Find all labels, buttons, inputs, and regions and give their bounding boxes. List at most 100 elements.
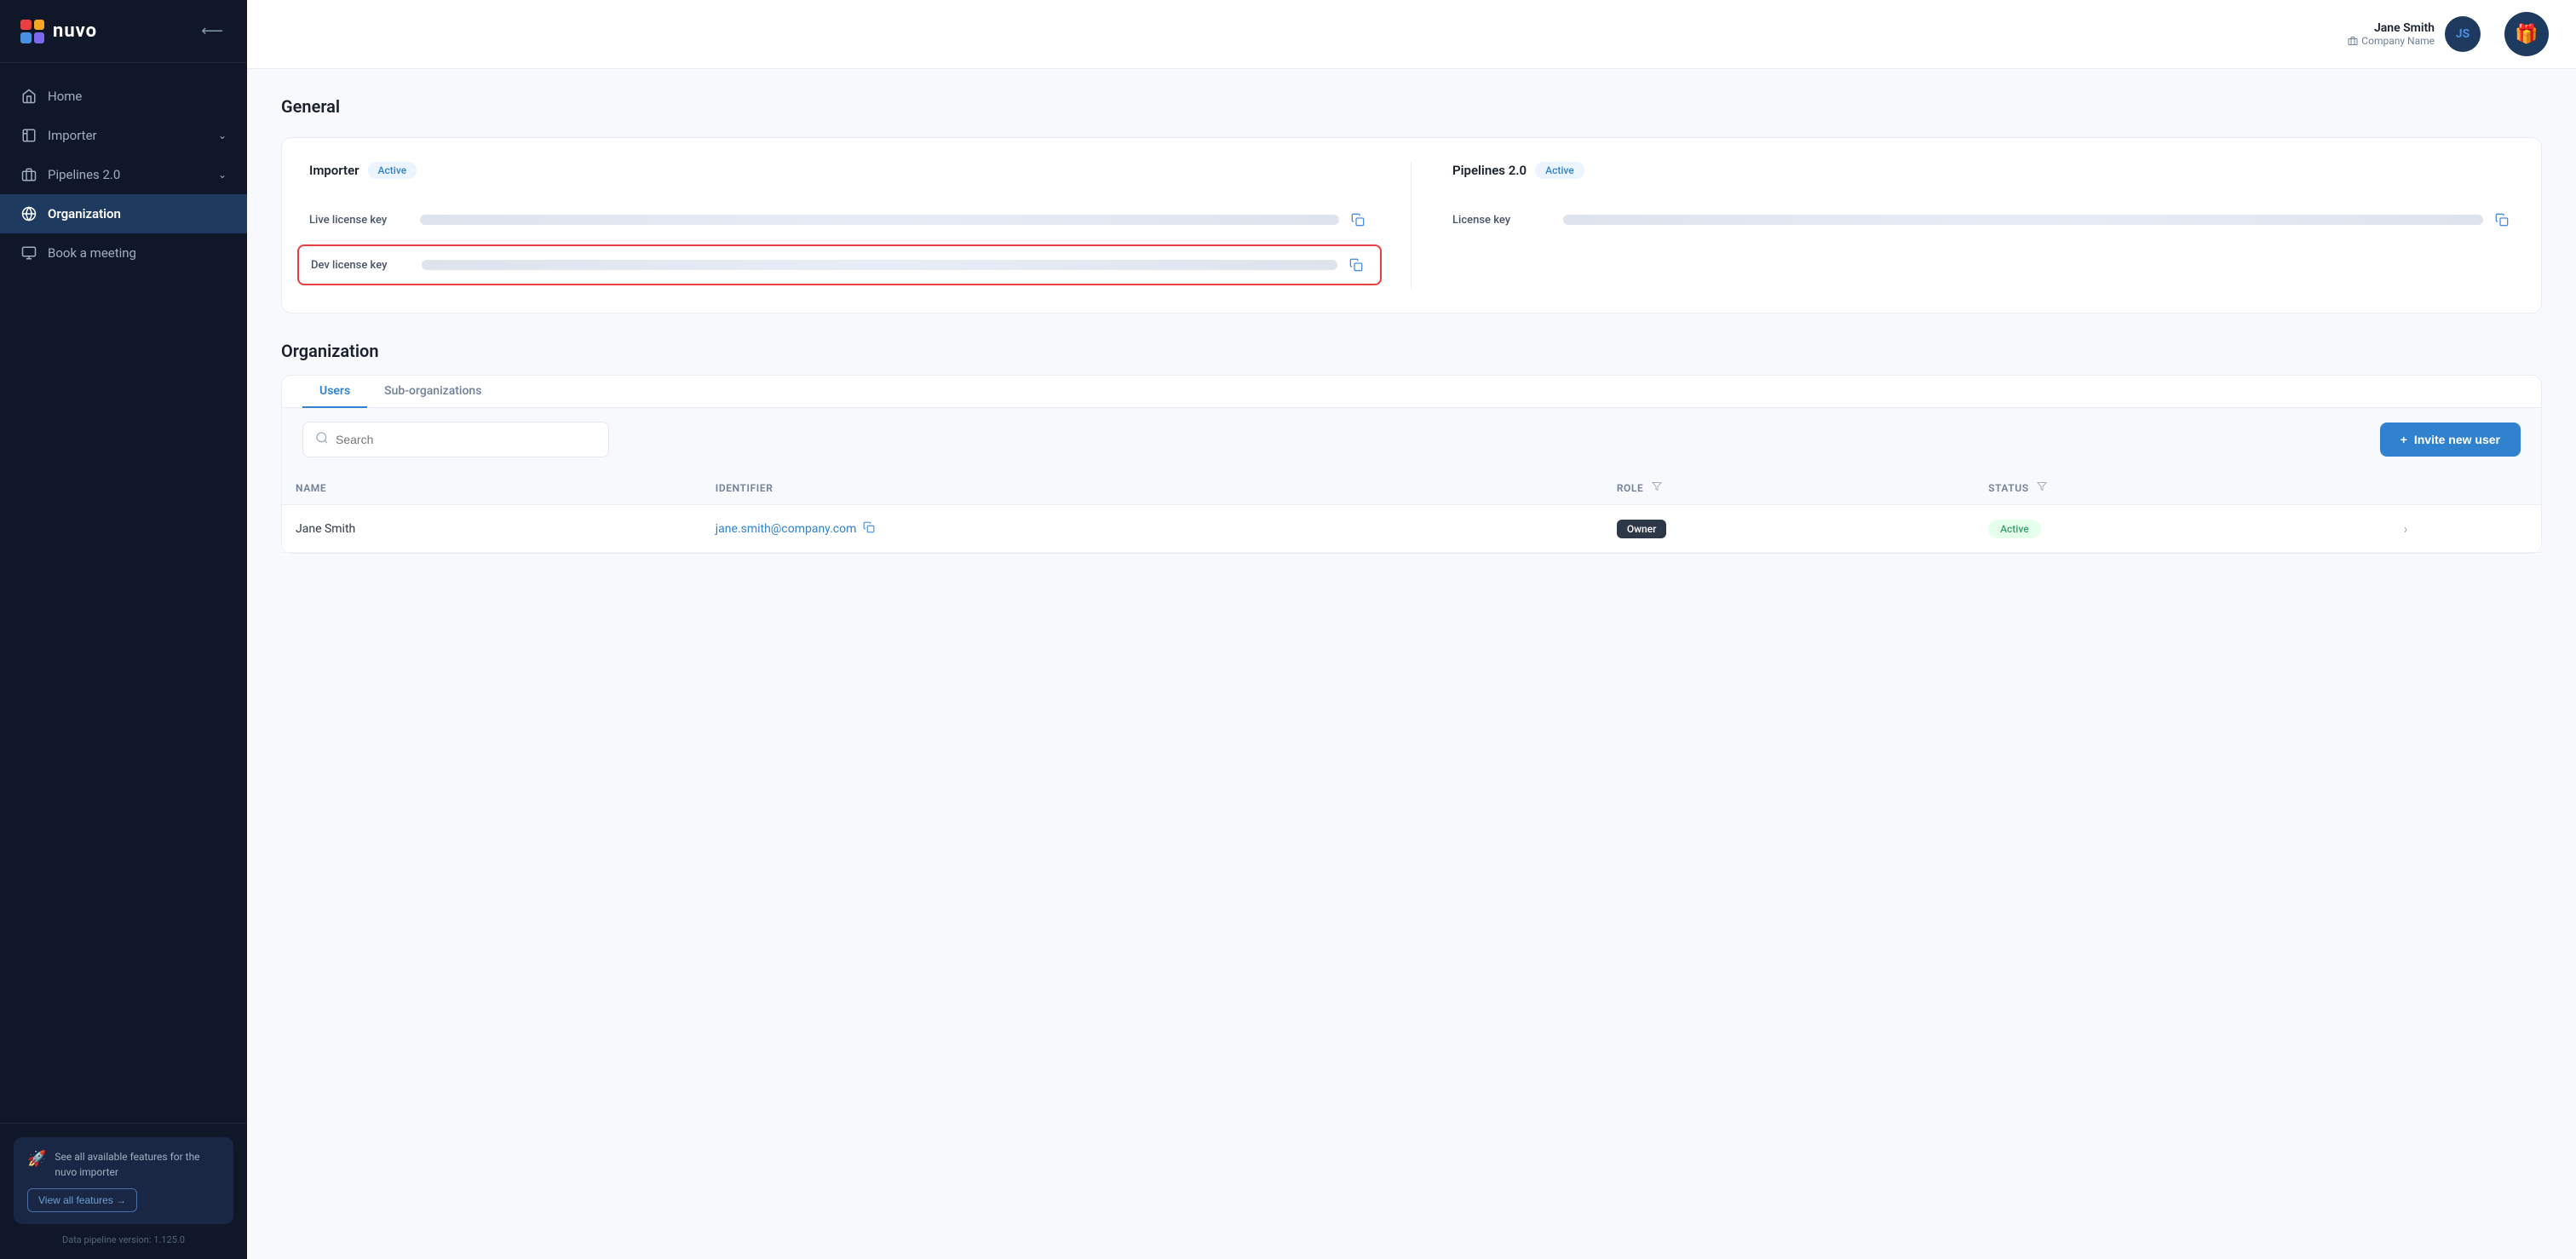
company-icon <box>2348 36 2358 46</box>
sidebar-item-label-pipelines: Pipelines 2.0 <box>48 167 120 182</box>
gift-button[interactable]: 🎁 <box>2504 12 2549 56</box>
user-actions-cell: › <box>2390 505 2541 553</box>
view-all-features-button[interactable]: View all features → <box>27 1188 137 1212</box>
users-table: Name Identifier Role <box>282 471 2541 553</box>
tab-sub-organizations[interactable]: Sub-organizations <box>367 376 498 408</box>
role-badge: Owner <box>1617 520 1667 538</box>
user-name: Jane Smith <box>2348 21 2435 35</box>
copy-pipelines-key-button[interactable] <box>2490 211 2514 228</box>
importer-chevron-icon: ⌄ <box>218 129 227 141</box>
dev-key-value <box>422 256 1368 273</box>
role-filter-icon[interactable] <box>1652 482 1662 494</box>
table-controls: + Invite new user <box>282 408 2541 471</box>
sidebar-item-label-importer: Importer <box>48 128 97 143</box>
copy-icon <box>1351 213 1365 227</box>
feature-card-header: 🚀 See all available features for the nuv… <box>27 1149 220 1180</box>
logo-icon <box>20 20 44 43</box>
table-row: Jane Smith jane.smith@company.com <box>282 505 2541 553</box>
live-key-label: Live license key <box>309 214 420 227</box>
org-section: + Invite new user Name Identifier <box>282 408 2541 553</box>
pipelines-key-label: License key <box>1452 214 1563 227</box>
tab-users[interactable]: Users <box>302 376 367 408</box>
license-grid: Importer Active Live license key <box>309 162 2514 289</box>
copy-email-button[interactable] <box>863 521 875 536</box>
plus-icon: + <box>2401 433 2407 446</box>
feature-card-text: See all available features for the nuvo … <box>55 1149 220 1180</box>
user-name-cell: Jane Smith <box>282 505 702 553</box>
logo-dot-purple <box>34 32 45 43</box>
live-key-value <box>420 211 1370 228</box>
user-status-cell: Active <box>1975 505 2390 553</box>
user-company: Company Name <box>2348 35 2435 47</box>
logo-dot-blue <box>20 32 32 43</box>
search-box <box>302 422 609 457</box>
logo-dot-red <box>20 20 32 31</box>
email-link[interactable]: jane.smith@company.com <box>716 521 1590 536</box>
pipelines-chevron-icon: ⌄ <box>218 169 227 181</box>
sidebar-item-importer[interactable]: Importer ⌄ <box>0 116 247 155</box>
main-content: Jane Smith Company Name JS 🎁 General Imp… <box>247 0 2576 1259</box>
sidebar-nav: Home Importer ⌄ Pipelines 2.0 ⌄ Organiza… <box>0 63 247 1123</box>
sidebar-item-pipelines[interactable]: Pipelines 2.0 ⌄ <box>0 155 247 194</box>
sidebar-item-label-organization: Organization <box>48 206 121 221</box>
table-header-row: Name Identifier Role <box>282 471 2541 505</box>
sidebar-item-organization[interactable]: Organization <box>0 194 247 233</box>
live-key-blur <box>420 215 1339 225</box>
pipelines-status-badge: Active <box>1535 162 1584 179</box>
sidebar-item-label-home: Home <box>48 89 82 104</box>
sidebar-footer: 🚀 See all available features for the nuv… <box>0 1123 247 1259</box>
logo-text: nuvo <box>53 20 97 42</box>
pipelines-title: Pipelines 2.0 <box>1452 163 1527 178</box>
sidebar-item-booking[interactable]: Book a meeting <box>0 233 247 273</box>
sidebar-item-home[interactable]: Home <box>0 77 247 116</box>
rocket-icon: 🚀 <box>27 1150 46 1168</box>
row-arrow-icon[interactable]: › <box>2404 520 2408 537</box>
version-text: Data pipeline version: 1.125.0 <box>14 1234 233 1245</box>
booking-icon <box>20 244 37 262</box>
organization-section-title: Organization <box>281 341 2542 361</box>
col-header-role: Role <box>1603 471 1975 505</box>
general-section-title: General <box>281 96 2542 117</box>
dev-key-label: Dev license key <box>311 259 422 272</box>
col-header-identifier: Identifier <box>702 471 1603 505</box>
status-badge: Active <box>1988 520 2041 538</box>
col-header-name: Name <box>282 471 702 505</box>
sidebar: nuvo ⟵ Home Importer ⌄ Pipelines 2.0 ⌄ <box>0 0 247 1259</box>
sidebar-header: nuvo ⟵ <box>0 0 247 63</box>
user-details: Jane Smith Company Name <box>2348 21 2435 47</box>
home-icon <box>20 88 37 105</box>
importer-icon <box>20 127 37 144</box>
status-filter-icon[interactable] <box>2037 482 2047 494</box>
topbar: Jane Smith Company Name JS 🎁 <box>247 0 2576 69</box>
live-license-row: Live license key <box>309 199 1370 241</box>
copy-dev-key-button[interactable] <box>1344 256 1368 273</box>
dev-key-blur <box>422 260 1337 270</box>
copy-live-key-button[interactable] <box>1346 211 1370 228</box>
importer-status-badge: Active <box>368 162 417 179</box>
copy-email-icon <box>863 521 875 533</box>
importer-header: Importer Active <box>309 162 1370 179</box>
avatar: JS <box>2445 16 2481 52</box>
dev-license-row: Dev license key <box>297 244 1382 285</box>
invite-new-user-button[interactable]: + Invite new user <box>2380 423 2521 457</box>
search-input[interactable] <box>336 433 596 446</box>
user-info: Jane Smith Company Name JS 🎁 <box>2348 12 2549 56</box>
pipelines-license-row: License key <box>1452 199 2514 240</box>
page-content: General Importer Active Live license key <box>247 69 2576 1259</box>
pipelines-key-value <box>1563 211 2514 228</box>
pipelines-key-blur <box>1563 215 2483 225</box>
tabs: Users Sub-organizations <box>282 376 2541 408</box>
pipelines-icon <box>20 166 37 183</box>
logo-dot-yellow <box>34 20 45 31</box>
pipelines-license-col: Pipelines 2.0 Active License key <box>1412 162 2514 289</box>
importer-title: Importer <box>309 163 359 178</box>
importer-license-col: Importer Active Live license key <box>309 162 1412 289</box>
copy-pipelines-icon <box>2495 213 2509 227</box>
copy-dev-icon <box>1349 258 1363 272</box>
logo: nuvo <box>20 20 97 43</box>
user-identifier-cell: jane.smith@company.com <box>702 505 1603 553</box>
general-card: Importer Active Live license key <box>281 137 2542 313</box>
sidebar-item-label-booking: Book a meeting <box>48 245 136 261</box>
sidebar-collapse-button[interactable]: ⟵ <box>198 19 227 43</box>
pipelines-header: Pipelines 2.0 Active <box>1452 162 2514 179</box>
